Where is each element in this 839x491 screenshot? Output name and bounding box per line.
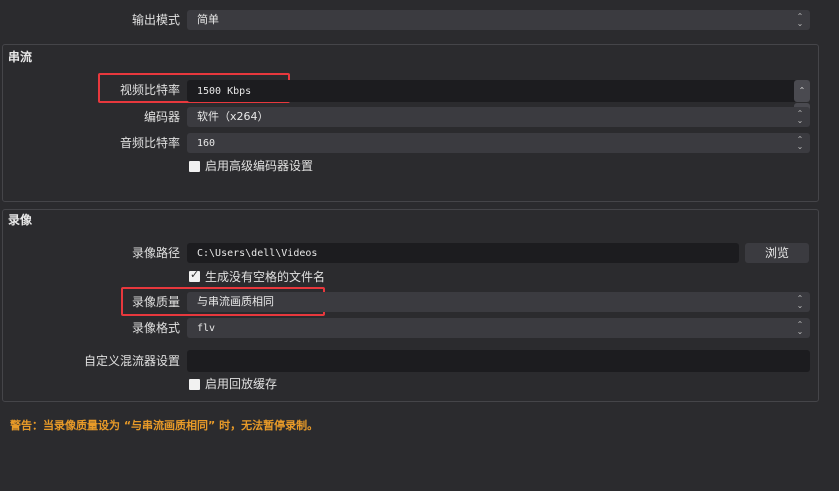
encoder-label: 编码器 [143, 110, 180, 124]
output-mode-select[interactable]: 简单 ⌃ ⌄ [187, 10, 810, 30]
spin-buttons[interactable]: ⌃ ⌄ [794, 80, 810, 125]
video-bitrate-value: 1500 Kbps [197, 86, 252, 97]
video-bitrate-spinbox[interactable]: 1500 Kbps ⌃ ⌄ [187, 80, 810, 125]
video-bitrate-label: 视频比特率 [119, 83, 180, 97]
streaming-group-title: 串流 [8, 50, 33, 64]
replay-buffer-label: 启用回放缓存 [205, 377, 278, 391]
recording-path-value: C:\Users\dell\Videos [197, 248, 318, 259]
audio-bitrate-value: 160 [197, 138, 216, 149]
updown-chevron-icon: ⌃ ⌄ [796, 109, 804, 125]
updown-chevron-icon: ⌃ ⌄ [796, 12, 804, 28]
quality-warning-text: 警告：当录像质量设为 “与串流画质相同” 时，无法暂停录制。 [10, 419, 319, 432]
spin-up-icon[interactable]: ⌃ [794, 80, 810, 102]
muxer-settings-input[interactable] [187, 350, 810, 372]
no-space-filename-checkbox[interactable] [189, 268, 200, 282]
advanced-encoder-checkbox[interactable] [189, 161, 200, 172]
advanced-encoder-label: 启用高级编码器设置 [205, 159, 314, 173]
audio-bitrate-label: 音频比特率 [119, 136, 180, 150]
recording-quality-value: 与串流画质相同 [197, 295, 274, 308]
output-mode-value: 简单 [197, 13, 219, 26]
output-mode-label: 输出模式 [131, 13, 180, 27]
muxer-settings-label: 自定义混流器设置 [83, 354, 180, 368]
audio-bitrate-select[interactable]: 160 ⌃ ⌄ [187, 133, 810, 153]
updown-chevron-icon: ⌃ ⌄ [796, 294, 804, 310]
encoder-select[interactable]: 软件（x264） ⌃ ⌄ [187, 107, 810, 127]
updown-chevron-icon: ⌃ ⌄ [796, 135, 804, 151]
recording-path-label: 录像路径 [131, 246, 180, 260]
recording-quality-label: 录像质量 [131, 295, 180, 309]
recording-group-title: 录像 [8, 213, 33, 227]
browse-button[interactable]: 浏览 [745, 243, 809, 263]
updown-chevron-icon: ⌃ ⌄ [796, 320, 804, 336]
recording-path-input[interactable]: C:\Users\dell\Videos [187, 243, 739, 263]
recording-format-value: flv [197, 323, 216, 334]
recording-quality-select[interactable]: 与串流画质相同 ⌃ ⌄ [187, 292, 810, 312]
recording-format-label: 录像格式 [131, 321, 180, 335]
encoder-value: 软件（x264） [197, 110, 269, 123]
replay-buffer-checkbox[interactable] [189, 379, 200, 390]
no-space-filename-label: 生成没有空格的文件名 [205, 270, 326, 284]
recording-format-select[interactable]: flv ⌃ ⌄ [187, 318, 810, 338]
